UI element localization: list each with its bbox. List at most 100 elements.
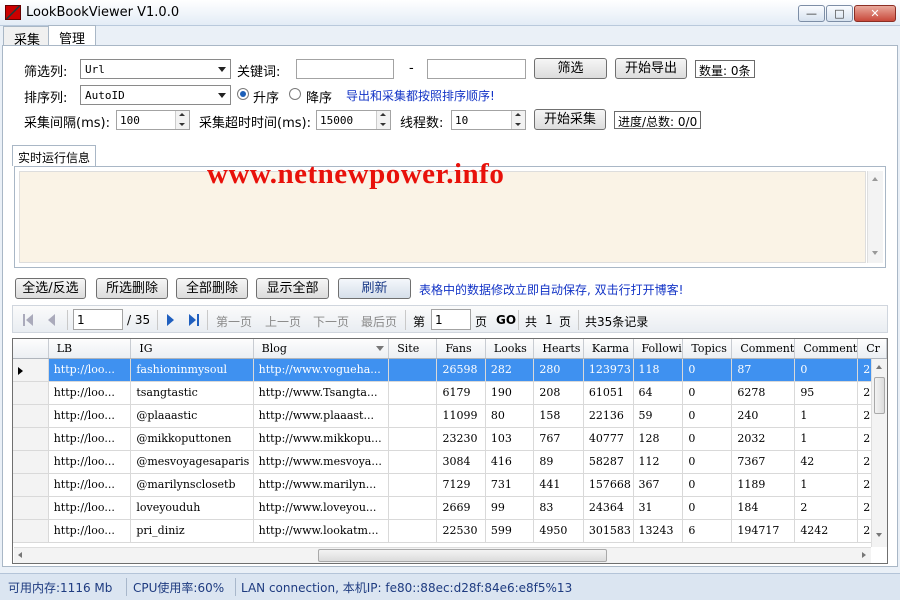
first-page-icon[interactable] (23, 314, 25, 326)
delete-all-button[interactable]: 全部删除 (176, 278, 248, 299)
table-cell[interactable]: 42 (794, 450, 859, 474)
show-all-button[interactable]: 显示全部 (256, 278, 329, 299)
table-cell[interactable]: 23230 (436, 427, 486, 451)
table-cell[interactable]: 118 (633, 358, 684, 382)
column-header[interactable]: Comment (794, 339, 859, 359)
table-cell[interactable]: 7129 (436, 473, 486, 497)
row-header[interactable] (13, 450, 49, 474)
table-row[interactable]: http://loo... @plaaastic http://www.plaaas… (13, 404, 887, 428)
table-cell[interactable]: 184 (731, 496, 796, 520)
first-page-button[interactable]: 第一页 (216, 313, 252, 330)
column-header[interactable]: IG (130, 339, 254, 359)
table-cell[interactable]: 61051 (583, 381, 634, 405)
table-cell[interactable]: 157668 (583, 473, 634, 497)
table-cell[interactable]: 3084 (436, 450, 486, 474)
table-row[interactable]: http://loo... @marilynsclosetb http://www.… (13, 473, 887, 497)
table-cell[interactable]: http://www.mikkopu... (253, 427, 390, 451)
table-cell[interactable]: 1189 (731, 473, 796, 497)
table-cell[interactable]: http://www.lookatm... (253, 519, 390, 543)
table-row[interactable]: http://loo... loveyouduh http://www.loveyo… (13, 496, 887, 520)
table-cell[interactable]: pri_diniz (130, 519, 254, 543)
prev-page-button[interactable]: 上一页 (265, 313, 301, 330)
table-cell[interactable]: 26598 (436, 358, 486, 382)
column-header[interactable]: Hearts (533, 339, 584, 359)
table-cell[interactable]: 367 (633, 473, 684, 497)
column-header[interactable]: Followi (633, 339, 684, 359)
table-cell[interactable]: 208 (533, 381, 584, 405)
table-cell[interactable] (388, 496, 438, 520)
table-cell[interactable]: 0 (682, 427, 733, 451)
table-cell[interactable]: 95 (794, 381, 859, 405)
select-all-button[interactable]: 全选/反选 (15, 278, 86, 299)
sort-desc-label[interactable]: 降序 (306, 87, 332, 106)
scroll-down-icon[interactable] (872, 251, 878, 255)
table-cell[interactable]: http://www.plaaast... (253, 404, 390, 428)
table-row[interactable]: http://loo... tsangtastic http://www.Tsang… (13, 381, 887, 405)
table-cell[interactable]: 22136 (583, 404, 634, 428)
table-cell[interactable]: 441 (533, 473, 584, 497)
table-cell[interactable]: 280 (533, 358, 584, 382)
table-cell[interactable]: http://loo... (48, 404, 132, 428)
spin-down-icon[interactable] (376, 120, 390, 129)
table-cell[interactable]: 80 (485, 404, 535, 428)
column-header[interactable]: Looks (485, 339, 535, 359)
start-collect-button[interactable]: 开始采集 (534, 109, 606, 130)
table-cell[interactable]: 2 (794, 496, 859, 520)
table-cell[interactable]: 0 (682, 473, 733, 497)
column-header-blog[interactable]: Blog (253, 339, 390, 359)
data-grid[interactable]: LB IG Blog Site Fans Looks Hearts Karma … (12, 338, 888, 564)
table-cell[interactable]: 190 (485, 381, 535, 405)
table-cell[interactable]: @marilynsclosetb (130, 473, 254, 497)
export-button[interactable]: 开始导出 (615, 58, 687, 79)
tab-manage[interactable]: 管理 (48, 25, 97, 47)
table-cell[interactable]: 13243 (633, 519, 684, 543)
table-cell[interactable]: 0 (794, 358, 859, 382)
table-cell[interactable]: 301583 (583, 519, 634, 543)
table-cell[interactable]: 64 (633, 381, 684, 405)
table-cell[interactable]: http://loo... (48, 473, 132, 497)
grid-horizontal-scrollbar[interactable] (14, 547, 871, 563)
row-header[interactable] (13, 404, 49, 428)
table-cell[interactable]: http://loo... (48, 519, 132, 543)
grid-vertical-scrollbar[interactable] (871, 359, 887, 547)
table-cell[interactable]: 599 (485, 519, 535, 543)
table-cell[interactable]: 0 (682, 381, 733, 405)
table-cell[interactable]: 158 (533, 404, 584, 428)
table-cell[interactable]: 731 (485, 473, 535, 497)
table-cell[interactable]: 59 (633, 404, 684, 428)
table-cell[interactable]: 2669 (436, 496, 486, 520)
table-cell[interactable]: 1 (794, 404, 859, 428)
table-cell[interactable]: http://loo... (48, 450, 132, 474)
table-row[interactable]: http://loo... fashioninmysoul http://www.v… (13, 358, 887, 382)
prev-page-icon[interactable] (48, 314, 55, 326)
table-cell[interactable] (388, 427, 438, 451)
table-cell[interactable]: 4950 (533, 519, 584, 543)
table-cell[interactable]: tsangtastic (130, 381, 254, 405)
table-cell[interactable]: 1 (794, 427, 859, 451)
column-header[interactable]: Cr (857, 339, 887, 359)
interval-spinner[interactable]: 100 (116, 110, 190, 130)
table-cell[interactable] (388, 519, 438, 543)
table-cell[interactable]: 87 (731, 358, 796, 382)
column-header[interactable]: LB (48, 339, 132, 359)
column-header[interactable]: Karma (583, 339, 634, 359)
table-cell[interactable]: @plaaastic (130, 404, 254, 428)
next-page-button[interactable]: 下一页 (313, 313, 349, 330)
sort-dropdown-icon[interactable] (376, 346, 385, 351)
table-row[interactable]: http://loo... pri_diniz http://www.lookatm… (13, 519, 887, 543)
scroll-up-icon[interactable] (876, 365, 882, 369)
row-header[interactable] (13, 519, 49, 543)
scroll-right-icon[interactable] (862, 552, 866, 558)
maximize-button[interactable]: □ (826, 5, 853, 22)
scroll-thumb[interactable] (874, 377, 885, 414)
table-cell[interactable]: 7367 (731, 450, 796, 474)
filter-column-select[interactable]: Url (80, 59, 231, 79)
table-cell[interactable]: http://loo... (48, 496, 132, 520)
column-header[interactable]: Fans (436, 339, 486, 359)
table-cell[interactable]: 1 (794, 473, 859, 497)
timeout-spinner[interactable]: 15000 (316, 110, 391, 130)
keyword-from-input[interactable] (296, 59, 394, 79)
table-cell[interactable]: http://loo... (48, 358, 132, 382)
scroll-down-icon[interactable] (876, 533, 882, 537)
table-cell[interactable]: loveyouduh (130, 496, 254, 520)
